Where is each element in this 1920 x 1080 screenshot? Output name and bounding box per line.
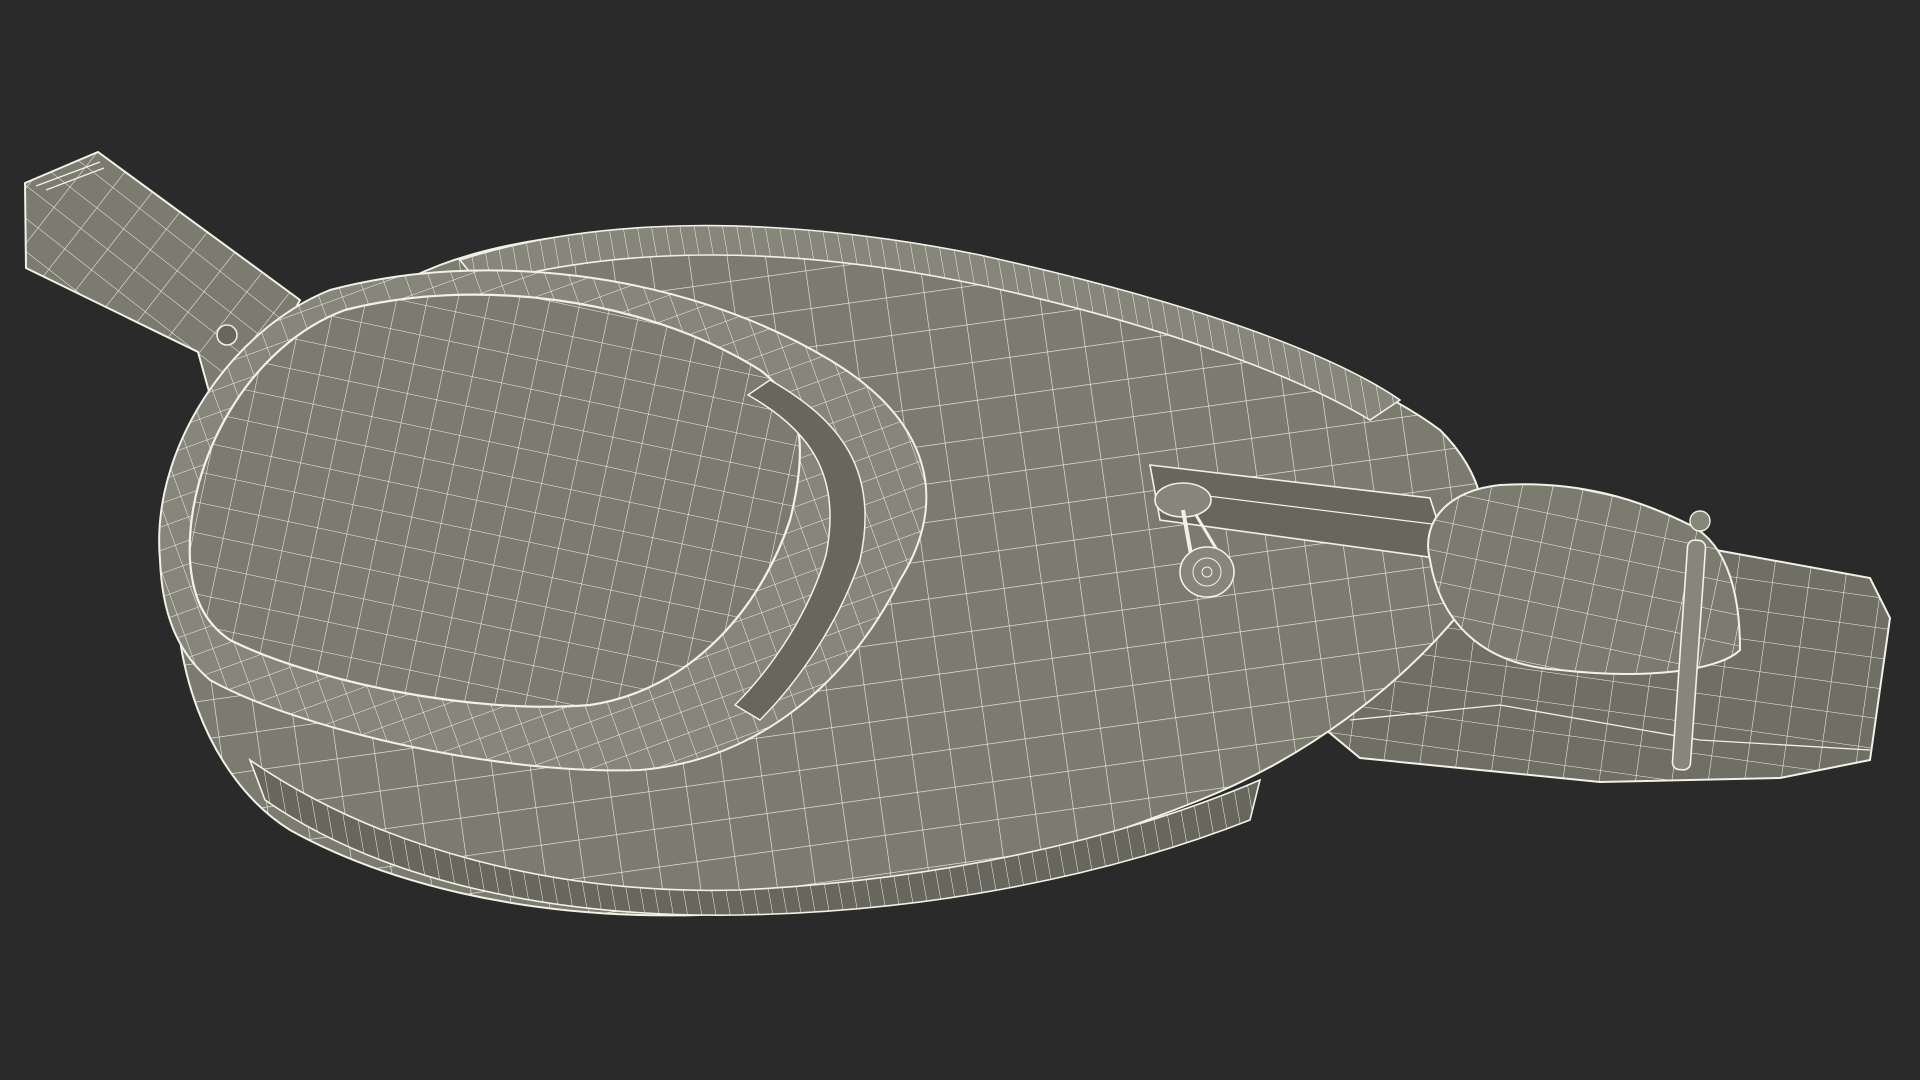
wireframe-render <box>23 150 1892 917</box>
render-viewport <box>0 0 1920 1080</box>
strap-rivet <box>216 324 238 346</box>
front-pocket-panel <box>188 293 802 708</box>
zipper-pull-disc <box>1179 546 1235 598</box>
